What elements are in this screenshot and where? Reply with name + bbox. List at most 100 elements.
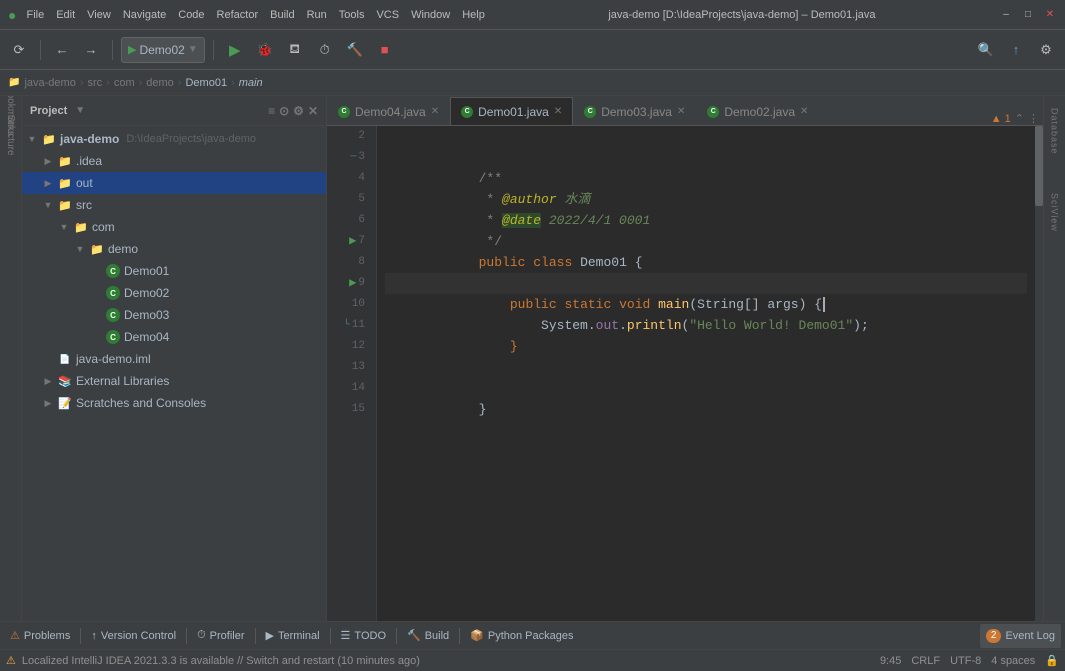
title-bar-left: ● File Edit View Navigate Code Refactor … xyxy=(8,7,485,23)
stop-button[interactable]: ■ xyxy=(372,37,398,63)
structure-panel-icon[interactable]: Structure xyxy=(2,126,20,144)
menu-help[interactable]: Help xyxy=(462,9,485,21)
tree-item-demo02[interactable]: C Demo02 xyxy=(22,282,326,304)
search-everywhere-button[interactable]: 🔍 xyxy=(973,37,999,63)
tree-item-out[interactable]: 📁 out xyxy=(22,172,326,194)
run-button[interactable]: ▶ xyxy=(222,37,248,63)
tab-close-demo01[interactable]: ✕ xyxy=(554,107,562,117)
tab-demo01[interactable]: C Demo01.java ✕ xyxy=(450,97,573,125)
version-control-button[interactable]: ↑ Version Control xyxy=(85,624,182,648)
tree-item-demo04[interactable]: C Demo04 xyxy=(22,326,326,348)
back-button[interactable]: ← xyxy=(49,37,75,63)
menu-file[interactable]: File xyxy=(26,9,44,21)
menu-window[interactable]: Window xyxy=(411,9,450,21)
build-button-bottom[interactable]: 🔨 Build xyxy=(401,624,455,648)
collapse-all-icon[interactable]: ≡ xyxy=(268,104,275,118)
tree-item-external-libs[interactable]: 📚 External Libraries xyxy=(22,370,326,392)
todo-button[interactable]: ☰ TODO xyxy=(335,624,392,648)
toolbar-sep-2 xyxy=(112,40,113,60)
menu-edit[interactable]: Edit xyxy=(56,9,75,21)
breadcrumb-demo[interactable]: demo xyxy=(146,77,174,89)
build-button[interactable]: 🔨 xyxy=(342,37,368,63)
tab-demo03[interactable]: C Demo03.java ✕ xyxy=(573,97,696,125)
update-button[interactable]: ↑ xyxy=(1003,37,1029,63)
breadcrumb-class[interactable]: Demo01 xyxy=(185,77,227,89)
tree-item-demo01[interactable]: C Demo01 xyxy=(22,260,326,282)
tab-close-demo04[interactable]: ✕ xyxy=(431,107,439,117)
version-control-icon: ↑ xyxy=(91,630,97,642)
fold-11-icon[interactable]: └ xyxy=(344,315,350,336)
menu-build[interactable]: Build xyxy=(270,9,294,21)
code-content[interactable]: /** * @author 水滴 * @date 2022/4/1 0001 *… xyxy=(377,126,1035,621)
breadcrumb-com[interactable]: com xyxy=(114,77,135,89)
sciview-panel-icon[interactable]: SciView xyxy=(1050,187,1060,238)
debug-button[interactable]: 🐞 xyxy=(252,37,278,63)
fold-3-icon[interactable]: ─ xyxy=(350,147,356,168)
sidebar-close-icon[interactable]: ✕ xyxy=(308,104,318,118)
breadcrumb-project[interactable]: java-demo xyxy=(24,77,75,89)
tab-close-demo03[interactable]: ✕ xyxy=(677,107,685,117)
run-config-selector[interactable]: ▶ Demo02 ▼ xyxy=(121,37,205,63)
python-packages-button[interactable]: 📦 Python Packages xyxy=(464,624,579,648)
line-num-7: ▶ 7 xyxy=(327,231,370,252)
tree-path-java-demo: D:\IdeaProjects\java-demo xyxy=(126,133,256,145)
menu-code[interactable]: Code xyxy=(178,9,204,21)
tree-item-demo[interactable]: 📁 demo xyxy=(22,238,326,260)
menu-run[interactable]: Run xyxy=(307,9,327,21)
scroll-thumb[interactable] xyxy=(1035,126,1043,206)
tree-item-iml[interactable]: 📄 java-demo.iml xyxy=(22,348,326,370)
sync-button[interactable]: ⟳ xyxy=(6,37,32,63)
tab-close-demo02[interactable]: ✕ xyxy=(800,107,808,117)
breadcrumb-method[interactable]: main xyxy=(239,77,263,89)
profile-button[interactable]: ⏱ xyxy=(312,37,338,63)
menu-view[interactable]: View xyxy=(87,9,111,21)
tree-item-demo03[interactable]: C Demo03 xyxy=(22,304,326,326)
tree-item-com[interactable]: 📁 com xyxy=(22,216,326,238)
menu-refactor[interactable]: Refactor xyxy=(217,9,259,21)
tree-item-idea[interactable]: 📁 .idea xyxy=(22,150,326,172)
status-line-ending[interactable]: CRLF xyxy=(911,655,940,667)
bt-sep-4 xyxy=(330,628,331,644)
run-marker-9[interactable]: ▶ xyxy=(349,273,356,294)
tree-item-java-demo[interactable]: 📁 java-demo D:\IdeaProjects\java-demo xyxy=(22,128,326,150)
line-num-15: 15 xyxy=(327,399,370,420)
terminal-button[interactable]: ▶ Terminal xyxy=(260,624,326,648)
problems-button[interactable]: ⚠ Problems xyxy=(4,624,76,648)
tabs-expand-icon[interactable]: ⌃ xyxy=(1015,112,1024,125)
close-button[interactable]: ✕ xyxy=(1043,8,1057,22)
status-lock-icon[interactable]: 🔒 xyxy=(1045,654,1059,667)
editor-scrollbar[interactable] xyxy=(1035,126,1043,621)
settings-button[interactable]: ⚙ xyxy=(1033,37,1059,63)
run-config-label: Demo02 xyxy=(139,43,184,57)
code-editor[interactable]: 2 ─ 3 4 5 6 ▶ 7 8 ▶ 9 xyxy=(327,126,1035,621)
run-marker-7[interactable]: ▶ xyxy=(349,231,356,252)
warning-badge[interactable]: ▲ 1 xyxy=(991,113,1011,125)
tree-label-scratches: Scratches and Consoles xyxy=(76,396,206,410)
sidebar-settings-icon[interactable]: ⚙ xyxy=(293,104,304,118)
event-log-button[interactable]: 2 Event Log xyxy=(980,624,1061,648)
maximize-button[interactable]: □ xyxy=(1021,8,1035,22)
tabs-more-icon[interactable]: ⋮ xyxy=(1028,112,1039,125)
tree-item-scratches[interactable]: 📝 Scratches and Consoles xyxy=(22,392,326,414)
folder-icon-idea: 📁 xyxy=(57,153,73,169)
menu-navigate[interactable]: Navigate xyxy=(123,9,166,21)
tab-demo02[interactable]: C Demo02.java ✕ xyxy=(696,97,819,125)
breadcrumb-src[interactable]: src xyxy=(87,77,102,89)
tab-demo04[interactable]: C Demo04.java ✕ xyxy=(327,97,450,125)
status-charset[interactable]: UTF-8 xyxy=(950,655,981,667)
sidebar-dropdown-icon[interactable]: ▼ xyxy=(75,105,85,116)
tree-item-src[interactable]: 📁 src xyxy=(22,194,326,216)
locate-file-icon[interactable]: ⊙ xyxy=(279,104,289,118)
menu-vcs[interactable]: VCS xyxy=(376,9,399,21)
toolbar-sep-3 xyxy=(213,40,214,60)
status-indent[interactable]: 4 spaces xyxy=(991,655,1035,667)
menu-bar: File Edit View Navigate Code Refactor Bu… xyxy=(26,9,484,21)
forward-button[interactable]: → xyxy=(78,37,104,63)
line-num-9: ▶ 9 xyxy=(327,273,370,294)
minimize-button[interactable]: – xyxy=(999,8,1013,22)
coverage-button[interactable]: ⛾ xyxy=(282,37,308,63)
profiler-button[interactable]: ⏱ Profiler xyxy=(191,624,250,648)
database-panel-icon[interactable]: Database xyxy=(1050,102,1060,161)
tree-label-demo01: Demo01 xyxy=(124,264,169,278)
menu-tools[interactable]: Tools xyxy=(339,9,365,21)
